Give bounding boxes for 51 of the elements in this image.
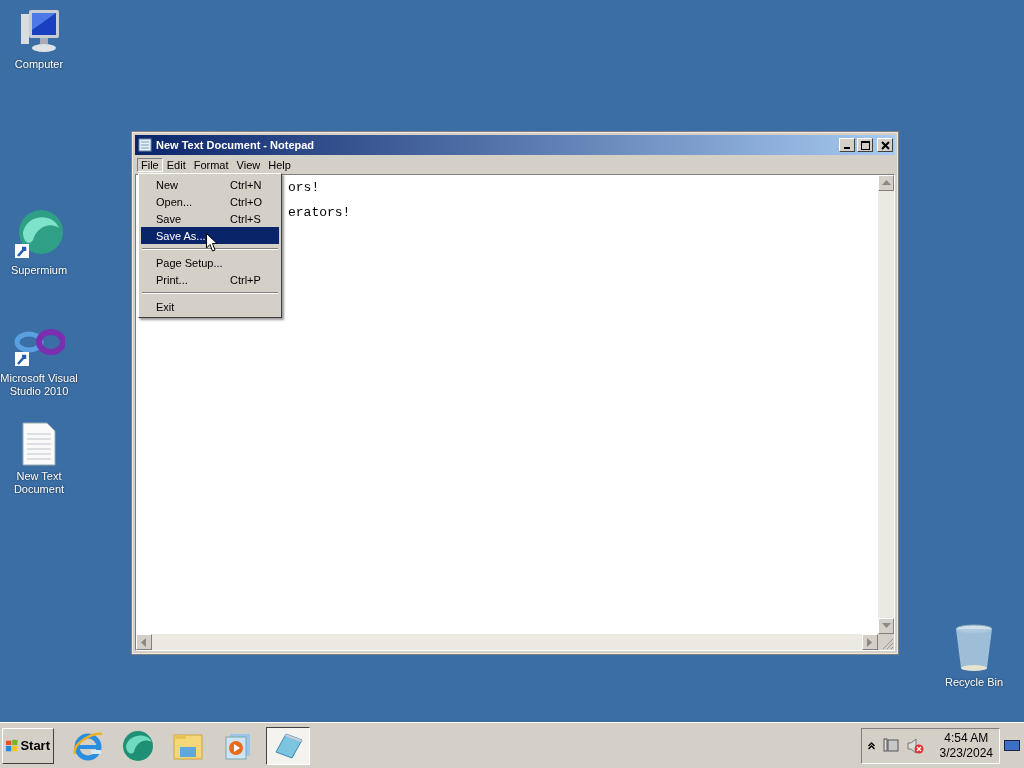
window-title: New Text Document - Notepad [156,139,316,151]
start-button[interactable]: Start [2,727,54,764]
recycle-bin-icon[interactable] [954,624,994,672]
desktop-icon-label[interactable]: Supermium [10,264,68,277]
notepad-icon [138,138,152,152]
menu-option[interactable]: Save Ctrl+S [141,210,279,227]
taskbar-button[interactable] [266,726,310,765]
minimize-icon [844,147,850,149]
menu-item[interactable]: File [137,157,163,172]
text-line: ors! [288,179,321,197]
menu-item[interactable]: View [232,157,265,172]
menu-option[interactable]: Exit [141,298,279,315]
vertical-scrollbar[interactable] [878,175,894,634]
browser-shortcut-icon[interactable] [13,210,65,260]
scroll-up-icon[interactable] [878,175,894,191]
mouse-pointer-icon [206,233,218,252]
scroll-left-icon[interactable] [136,634,152,650]
text-document-icon[interactable] [21,422,57,466]
menu-item[interactable]: Help [264,157,295,172]
e-logo-icon [72,729,104,762]
close-button[interactable] [877,138,893,152]
browser-icon [121,729,155,762]
maximize-icon [860,140,870,150]
network-icon[interactable] [882,738,899,753]
desktop-icon-label[interactable]: Recycle Bin [944,676,1004,689]
studio-shortcut-icon[interactable] [13,328,65,368]
scroll-right-icon[interactable] [862,634,878,650]
scroll-down-icon[interactable] [878,618,894,634]
size-grip-icon[interactable] [878,634,894,650]
menu-option[interactable]: New Ctrl+N [141,176,279,193]
maximize-button[interactable] [857,138,873,152]
monitor-icon [1004,739,1020,752]
minimize-button[interactable] [839,138,855,152]
speaker-muted-icon[interactable] [906,737,924,754]
windows-logo-icon [6,738,19,753]
desktop-icon-label[interactable]: New Text Document [0,470,78,496]
menu-item[interactable]: Format [189,157,233,172]
media-player-icon [224,731,252,760]
desktop-icon-label[interactable]: Microsoft Visual Studio 2010 [0,372,78,398]
desktop-icon-label[interactable]: Computer [14,58,64,71]
menu-option[interactable]: Open... Ctrl+O [141,193,279,210]
menu-option[interactable]: Page Setup... [141,254,279,271]
clock-date[interactable]: 3/23/2024 [939,745,993,761]
clock-time[interactable]: 4:54 AM [944,730,989,746]
text-line: erators! [288,204,352,222]
close-icon [880,140,890,150]
chevron-up-icon[interactable] [867,741,875,750]
horizontal-scrollbar[interactable] [136,634,878,650]
menu-option[interactable]: Print... Ctrl+P [141,271,279,288]
menu-option[interactable]: Save As... [141,227,279,244]
menu-item[interactable]: Edit [162,157,190,172]
